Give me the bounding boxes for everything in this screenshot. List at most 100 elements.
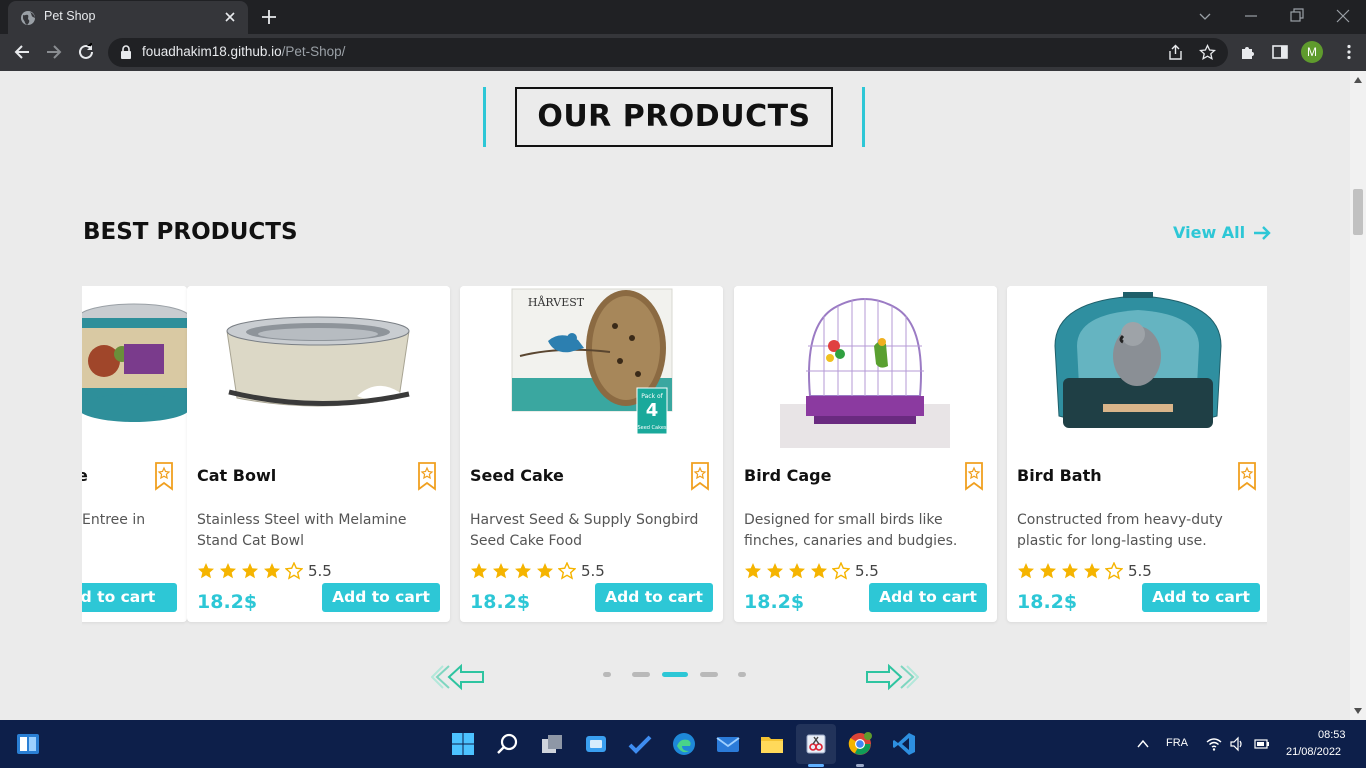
minimize-icon[interactable] <box>1241 6 1261 26</box>
restore-icon[interactable] <box>1287 6 1307 26</box>
show-desktop-widget-icon[interactable] <box>16 732 40 756</box>
carousel-prev-arrow-icon[interactable] <box>431 663 485 691</box>
lock-icon[interactable] <box>120 45 132 59</box>
bookmark-icon[interactable] <box>964 461 984 491</box>
extensions-icon[interactable] <box>1239 43 1257 61</box>
product-name: e <box>82 466 88 485</box>
package-badge-top: Pack of <box>641 393 663 400</box>
carousel-dot[interactable] <box>632 672 650 677</box>
profile-avatar[interactable]: M <box>1301 41 1323 63</box>
carousel-dot[interactable] <box>738 672 746 677</box>
widgets-icon[interactable] <box>584 732 608 756</box>
clock-date[interactable]: 21/08/2022 <box>1286 746 1341 758</box>
star-empty-icon <box>558 562 576 580</box>
search-icon[interactable] <box>496 732 520 756</box>
scroll-down-icon[interactable] <box>1354 708 1362 714</box>
section-title-wrap: OUR PRODUCTS <box>483 87 866 147</box>
mail-icon[interactable] <box>716 732 740 756</box>
page-scrollbar[interactable] <box>1350 71 1366 720</box>
add-to-cart-button[interactable]: Add to cart <box>1142 583 1260 612</box>
volume-icon[interactable] <box>1229 736 1245 752</box>
close-window-icon[interactable] <box>1333 6 1353 26</box>
product-name: Seed Cake <box>470 466 564 485</box>
bookmark-icon[interactable] <box>690 461 710 491</box>
product-card: e Entree in d to cart <box>82 286 187 622</box>
carousel-next-arrow-icon[interactable] <box>865 663 919 691</box>
star-filled-icon <box>1062 563 1078 579</box>
package-badge-number: 4 <box>646 400 659 421</box>
bookmark-icon[interactable] <box>154 461 174 491</box>
start-icon[interactable] <box>451 732 475 756</box>
vscode-icon[interactable] <box>892 732 916 756</box>
add-to-cart-button[interactable]: d to cart <box>82 583 177 612</box>
package-brand: HÅRVEST <box>528 295 585 309</box>
windows-taskbar: FRA 08:53 21/08/2022 <box>0 720 1366 768</box>
forward-icon[interactable] <box>45 43 63 61</box>
side-panel-icon[interactable] <box>1271 43 1289 61</box>
close-tab-icon[interactable] <box>222 9 238 25</box>
add-to-cart-button[interactable]: Add to cart <box>869 583 987 612</box>
product-name: Cat Bowl <box>197 466 277 485</box>
bookmark-icon[interactable] <box>1237 461 1257 491</box>
tab-search-icon[interactable] <box>1195 6 1215 26</box>
star-filled-icon <box>220 563 236 579</box>
chrome-icon[interactable] <box>848 732 872 756</box>
bookmark-star-icon[interactable] <box>1199 44 1216 61</box>
product-price: 18.2$ <box>197 591 258 613</box>
best-products-heading: BEST PRODUCTS <box>83 219 298 245</box>
title-right-bar <box>862 87 865 147</box>
product-name: Bird Cage <box>744 466 832 485</box>
scrollbar-thumb[interactable] <box>1353 189 1363 235</box>
star-filled-icon <box>789 563 805 579</box>
menu-dots-icon[interactable] <box>1340 43 1358 61</box>
scroll-up-icon[interactable] <box>1354 77 1362 83</box>
product-card: HÅRVEST Pack of 4 Seed Cakes Seed Cake H… <box>460 286 723 622</box>
title-left-bar <box>483 87 486 147</box>
carousel-dot-active[interactable] <box>662 672 688 677</box>
reload-icon[interactable] <box>77 43 95 61</box>
carousel-dot[interactable] <box>700 672 718 677</box>
new-tab-icon[interactable] <box>260 8 278 26</box>
carousel-dot[interactable] <box>603 672 611 677</box>
edge-icon[interactable] <box>672 732 696 756</box>
chevron-up-icon[interactable] <box>1135 736 1151 752</box>
language-indicator[interactable]: FRA <box>1166 737 1188 749</box>
wifi-icon[interactable] <box>1206 736 1222 752</box>
rating-value: 5.5 <box>308 562 332 580</box>
cat-food-can-image <box>82 286 187 451</box>
share-icon[interactable] <box>1167 44 1184 61</box>
product-carousel: e Entree in d to cart Cat Bowl Stainless… <box>82 286 1267 626</box>
product-card: Cat Bowl Stainless Steel with Melamine S… <box>187 286 450 622</box>
star-filled-icon <box>515 563 531 579</box>
task-view-icon[interactable] <box>540 732 564 756</box>
star-filled-icon <box>1084 563 1100 579</box>
address-bar[interactable]: fouadhakim18.github.io/Pet-Shop/ <box>108 38 1228 67</box>
star-filled-icon <box>1018 563 1034 579</box>
cat-bowl-image <box>187 286 450 451</box>
battery-icon[interactable] <box>1254 736 1270 752</box>
product-price: 18.2$ <box>744 591 805 613</box>
browser-tab-strip: Pet Shop <box>0 0 1366 34</box>
arrow-right-icon[interactable] <box>1252 225 1272 241</box>
add-to-cart-button[interactable]: Add to cart <box>595 583 713 612</box>
view-all-link[interactable]: View All <box>1173 223 1245 242</box>
bookmark-icon[interactable] <box>417 461 437 491</box>
seed-cake-image: HÅRVEST Pack of 4 Seed Cakes <box>460 286 723 451</box>
page-content: OUR PRODUCTS BEST PRODUCTS View All e En… <box>0 71 1350 720</box>
active-app-indicator <box>808 764 824 767</box>
tab-title: Pet Shop <box>44 9 96 23</box>
back-icon[interactable] <box>13 43 31 61</box>
product-price: 18.2$ <box>1017 591 1078 613</box>
file-explorer-icon[interactable] <box>760 732 784 756</box>
star-empty-icon <box>832 562 850 580</box>
url-text[interactable]: fouadhakim18.github.io/Pet-Shop/ <box>142 44 345 59</box>
clock-time[interactable]: 08:53 <box>1318 729 1346 741</box>
add-to-cart-button[interactable]: Add to cart <box>322 583 440 612</box>
star-filled-icon <box>242 563 258 579</box>
package-badge-bottom: Seed Cakes <box>637 425 666 431</box>
browser-tab[interactable]: Pet Shop <box>8 1 248 34</box>
todo-icon[interactable] <box>628 732 652 756</box>
star-filled-icon <box>198 563 214 579</box>
snipping-tool-icon[interactable] <box>804 732 828 756</box>
star-filled-icon <box>493 563 509 579</box>
